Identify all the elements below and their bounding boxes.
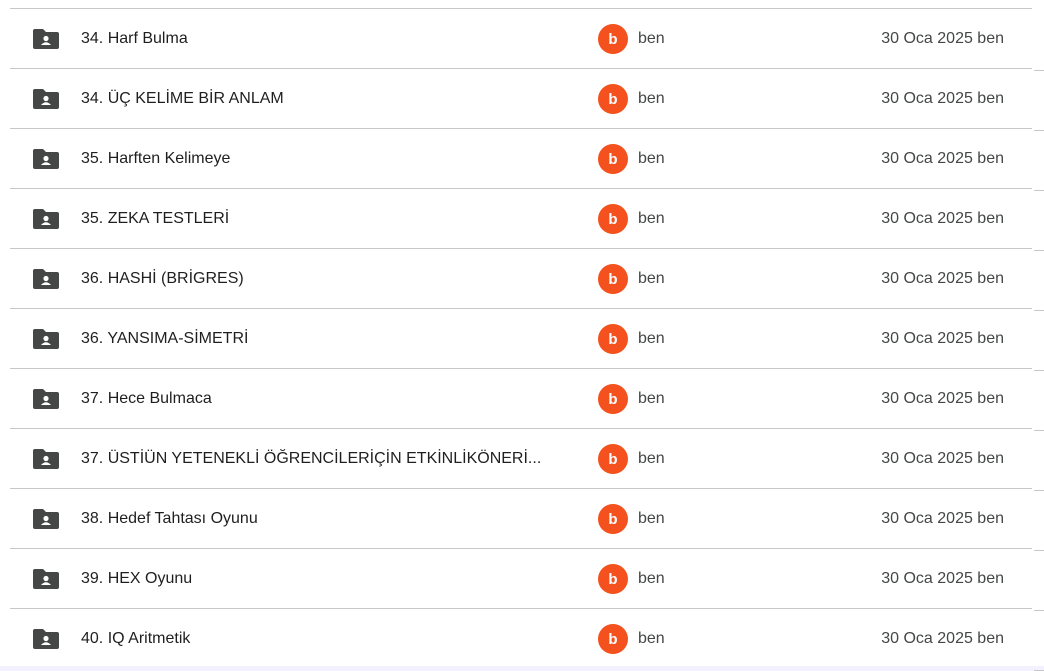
shared-folder-icon: [33, 509, 59, 529]
bottom-strip: [0, 666, 1044, 671]
owner-avatar: b: [598, 324, 628, 354]
owner-name: ben: [638, 630, 665, 647]
last-modified: 30 Oca 2025 ben: [881, 630, 1004, 647]
file-name[interactable]: 37. Hece Bulmaca: [81, 369, 212, 428]
shared-folder-icon: [33, 269, 59, 289]
shared-folder-icon: [33, 329, 59, 349]
file-name[interactable]: 40. IQ Aritmetik: [81, 609, 190, 668]
last-modified: 30 Oca 2025 ben: [881, 270, 1004, 287]
file-name[interactable]: 34. Harf Bulma: [81, 9, 188, 68]
file-row[interactable]: 36. HASHİ (BRİGRES) b ben 30 Oca 2025 ben: [10, 248, 1032, 308]
scroll-tick: [1034, 130, 1044, 131]
scroll-tick: [1034, 70, 1044, 71]
file-row[interactable]: 35. Harften Kelimeye b ben 30 Oca 2025 ben: [10, 128, 1032, 188]
shared-folder-icon: [33, 29, 59, 49]
file-row[interactable]: 36. YANSIMA-SİMETRİ b ben 30 Oca 2025 ben: [10, 308, 1032, 368]
file-name[interactable]: 36. HASHİ (BRİGRES): [81, 249, 244, 308]
shared-folder-icon: [33, 449, 59, 469]
last-modified: 30 Oca 2025 ben: [881, 390, 1004, 407]
last-modified: 30 Oca 2025 ben: [881, 570, 1004, 587]
file-name[interactable]: 35. ZEKA TESTLERİ: [81, 189, 229, 248]
owner-avatar: b: [598, 84, 628, 114]
scroll-tick: [1034, 490, 1044, 491]
owner-avatar: b: [598, 204, 628, 234]
owner-name: ben: [638, 510, 665, 527]
owner-avatar: b: [598, 144, 628, 174]
owner-name: ben: [638, 270, 665, 287]
owner-avatar: b: [598, 444, 628, 474]
owner-avatar: b: [598, 564, 628, 594]
owner-name: ben: [638, 30, 665, 47]
shared-folder-icon: [33, 149, 59, 169]
shared-folder-icon: [33, 209, 59, 229]
scroll-tick: [1034, 610, 1044, 611]
scroll-tick: [1034, 190, 1044, 191]
owner-avatar: b: [598, 24, 628, 54]
scroll-tick: [1034, 370, 1044, 371]
last-modified: 30 Oca 2025 ben: [881, 30, 1004, 47]
last-modified: 30 Oca 2025 ben: [881, 510, 1004, 527]
owner-name: ben: [638, 570, 665, 587]
owner-name: ben: [638, 450, 665, 467]
file-row[interactable]: 38. Hedef Tahtası Oyunu b ben 30 Oca 2025 b…: [10, 488, 1032, 548]
last-modified: 30 Oca 2025 ben: [881, 450, 1004, 467]
file-row[interactable]: 34. Harf Bulma b ben 30 Oca 2025 ben: [10, 8, 1032, 68]
owner-avatar: b: [598, 264, 628, 294]
file-name[interactable]: 35. Harften Kelimeye: [81, 129, 230, 188]
file-name[interactable]: 36. YANSIMA-SİMETRİ: [81, 309, 248, 368]
last-modified: 30 Oca 2025 ben: [881, 90, 1004, 107]
owner-name: ben: [638, 150, 665, 167]
shared-folder-icon: [33, 89, 59, 109]
owner-name: ben: [638, 390, 665, 407]
owner-name: ben: [638, 210, 665, 227]
owner-avatar: b: [598, 504, 628, 534]
owner-avatar: b: [598, 384, 628, 414]
owner-avatar: b: [598, 624, 628, 654]
owner-name: ben: [638, 90, 665, 107]
file-name[interactable]: 39. HEX Oyunu: [81, 549, 192, 608]
shared-folder-icon: [33, 569, 59, 589]
file-row[interactable]: 40. IQ Aritmetik b ben 30 Oca 2025 ben: [10, 608, 1032, 668]
file-row[interactable]: 37. Hece Bulmaca b ben 30 Oca 2025 ben: [10, 368, 1032, 428]
file-row[interactable]: 35. ZEKA TESTLERİ b ben 30 Oca 2025 ben: [10, 188, 1032, 248]
last-modified: 30 Oca 2025 ben: [881, 330, 1004, 347]
scroll-tick: [1034, 310, 1044, 311]
scroll-tick: [1034, 250, 1044, 251]
file-name[interactable]: 34. ÜÇ KELİME BİR ANLAM: [81, 69, 284, 128]
file-row[interactable]: 37. ÜSTİÜN YETENEKLİ ÖĞRENCİLERİÇİN ETKİ…: [10, 428, 1032, 488]
file-list: 34. Harf Bulma b ben 30 Oca 2025 ben 34. ÜÇ …: [0, 8, 1044, 668]
owner-name: ben: [638, 330, 665, 347]
last-modified: 30 Oca 2025 ben: [881, 150, 1004, 167]
file-name[interactable]: 38. Hedef Tahtası Oyunu: [81, 489, 258, 548]
shared-folder-icon: [33, 629, 59, 649]
file-row[interactable]: 39. HEX Oyunu b ben 30 Oca 2025 ben: [10, 548, 1032, 608]
file-row[interactable]: 34. ÜÇ KELİME BİR ANLAM b ben 30 Oca 2025 b…: [10, 68, 1032, 128]
last-modified: 30 Oca 2025 ben: [881, 210, 1004, 227]
shared-folder-icon: [33, 389, 59, 409]
file-name[interactable]: 37. ÜSTİÜN YETENEKLİ ÖĞRENCİLERİÇİN ETKİ…: [81, 429, 541, 488]
scroll-tick: [1034, 430, 1044, 431]
scroll-tick: [1034, 550, 1044, 551]
